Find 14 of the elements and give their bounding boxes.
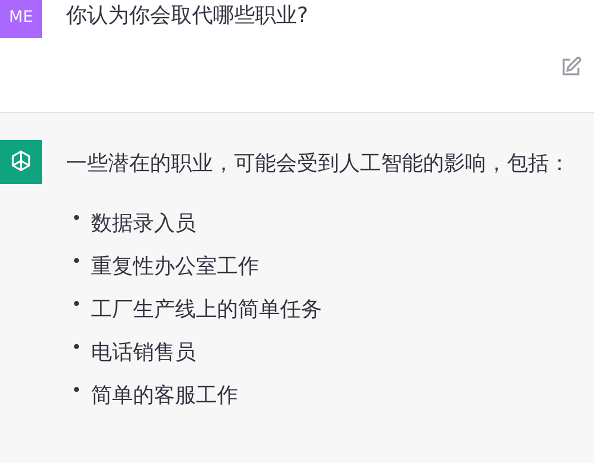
bullet-icon xyxy=(74,258,79,263)
list-item: 工厂生产线上的简单任务 xyxy=(91,296,322,323)
edit-icon[interactable] xyxy=(560,56,582,78)
assistant-message: 一些潜在的职业，可能会受到人工智能的影响，包括： xyxy=(66,150,570,177)
list-item: 电话销售员 xyxy=(91,338,196,366)
list-item: 数据录入员 xyxy=(91,210,196,237)
bullet-icon xyxy=(74,387,79,392)
list-item: 重复性办公室工作 xyxy=(91,252,259,280)
user-message: 你认为你会取代哪些职业? xyxy=(66,2,308,29)
bullet-icon xyxy=(74,301,79,306)
bullet-icon xyxy=(74,215,79,220)
bullet-icon xyxy=(74,344,79,349)
list-item: 简单的客服工作 xyxy=(91,382,238,409)
user-avatar: ME xyxy=(0,0,42,38)
